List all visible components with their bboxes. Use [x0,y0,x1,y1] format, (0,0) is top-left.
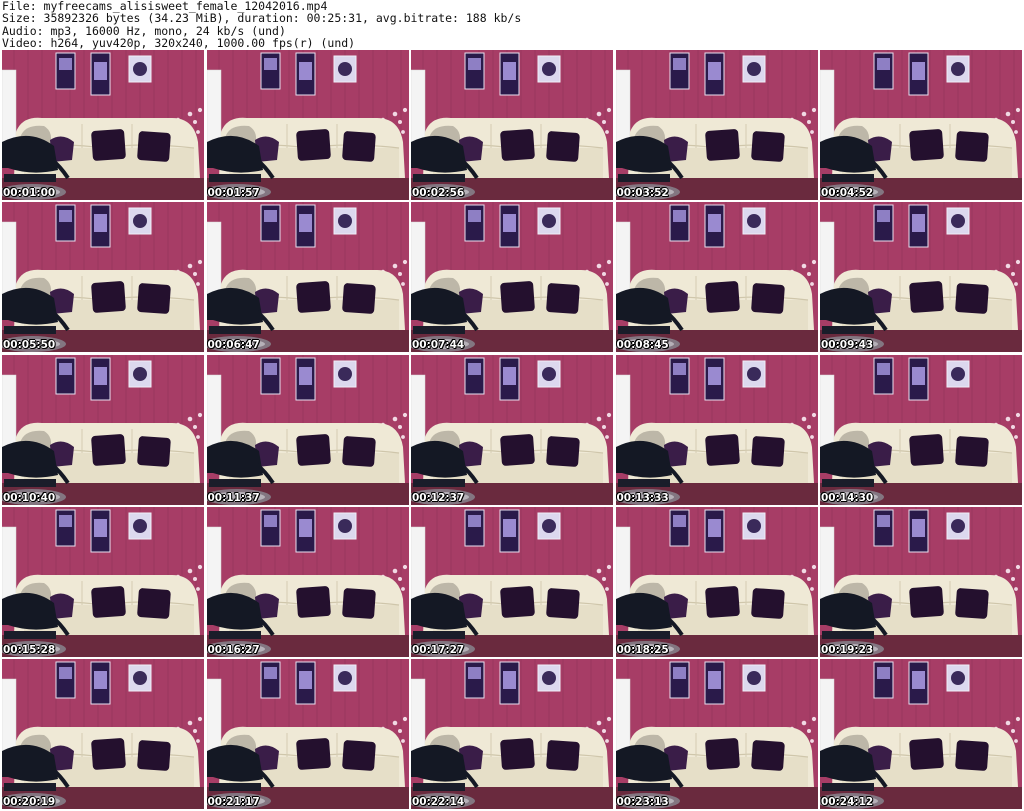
video-thumbnail: 00:01:00 [2,50,204,200]
scene-image [820,354,1022,505]
scene-image [615,202,818,353]
video-thumbnail: 00:18:25 [615,506,818,657]
video-thumbnail: 00:14:30 [820,354,1022,505]
timestamp-label: 00:11:37 [207,491,260,504]
timestamp-label: 00:23:13 [616,796,669,808]
timestamp-label: 00:02:56 [412,187,465,199]
video-thumbnail: 00:16:27 [206,506,409,657]
video-thumbnail: 00:22:14 [411,659,613,809]
video-thumbnail: 00:11:37 [206,354,409,505]
scene-image [2,354,204,505]
video-thumbnail: 00:19:23 [820,506,1022,657]
scene-image [206,50,409,200]
timestamp-label: 00:08:45 [616,339,669,352]
scene-image [411,202,613,353]
timestamp-label: 00:09:43 [821,339,874,352]
video-thumbnail: 00:21:17 [206,659,409,809]
scene-image [411,354,613,505]
timestamp-label: 00:06:47 [207,339,260,352]
timestamp-label: 00:01:00 [3,187,56,199]
scene-image [615,354,818,505]
scene-image [206,202,409,353]
timestamp-label: 00:18:25 [616,643,669,656]
video-thumbnail: 00:04:52 [820,50,1022,200]
video-thumbnail: 00:20:19 [2,659,204,809]
scene-image [411,506,613,657]
scene-image [820,506,1022,657]
scene-image [2,50,204,200]
video-thumbnail: 00:12:37 [411,354,613,505]
scene-image [411,659,613,809]
scene-image [820,50,1022,200]
timestamp-label: 00:22:14 [412,796,465,808]
timestamp-label: 00:10:40 [3,491,56,504]
timestamp-label: 00:15:28 [3,643,56,656]
thumbnail-grid: 00:01:00 00:01:57 00:02:56 00:03:52 00:0… [2,50,1022,809]
video-thumbnail: 00:10:40 [2,354,204,505]
timestamp-label: 00:12:37 [412,491,465,504]
timestamp-label: 00:13:33 [616,491,669,504]
video-thumbnail: 00:09:43 [820,202,1022,353]
scene-image [2,659,204,809]
video-thumbnail: 00:08:45 [615,202,818,353]
video-info-line: Video: h264, yuv420p, 320x240, 1000.00 f… [2,35,356,50]
video-thumbnail: 00:17:27 [411,506,613,657]
video-thumbnail: 00:07:44 [411,202,613,353]
timestamp-label: 00:24:12 [821,796,874,808]
file-size-line: Size: 35892326 bytes (34.23 MiB), durati… [2,11,522,26]
timestamp-label: 00:17:27 [412,643,465,656]
timestamp-label: 00:04:52 [821,187,874,199]
video-thumbnail: 00:02:56 [411,50,613,200]
video-thumbnail: 00:06:47 [206,202,409,353]
video-thumbnail: 00:24:12 [820,659,1022,809]
scene-image [615,50,818,200]
video-thumbnail: 00:01:57 [206,50,409,200]
scene-image [206,354,409,505]
timestamp-label: 00:05:50 [3,339,56,352]
timestamp-label: 00:14:30 [821,491,874,504]
file-info-header: File: myfreecams_alisisweet_female_12042… [2,0,1022,50]
video-thumbnail: 00:15:28 [2,506,204,657]
timestamp-label: 00:19:23 [821,643,874,656]
timestamp-label: 00:07:44 [412,339,465,352]
timestamp-label: 00:03:52 [616,187,669,199]
scene-image [820,659,1022,809]
timestamp-label: 00:16:27 [207,643,260,656]
scene-image [2,506,204,657]
timestamp-label: 00:21:17 [207,796,260,808]
scene-image [615,506,818,657]
scene-image [2,202,204,353]
video-thumbnail: 00:13:33 [615,354,818,505]
video-thumbnail: 00:05:50 [2,202,204,353]
video-thumbnail: 00:03:52 [615,50,818,200]
scene-image [411,50,613,200]
scene-image [820,202,1022,353]
timestamp-label: 00:01:57 [207,187,260,199]
timestamp-label: 00:20:19 [3,796,56,808]
video-thumbnail: 00:23:13 [615,659,818,809]
scene-image [206,659,409,809]
scene-image [206,506,409,657]
scene-image [615,659,818,809]
